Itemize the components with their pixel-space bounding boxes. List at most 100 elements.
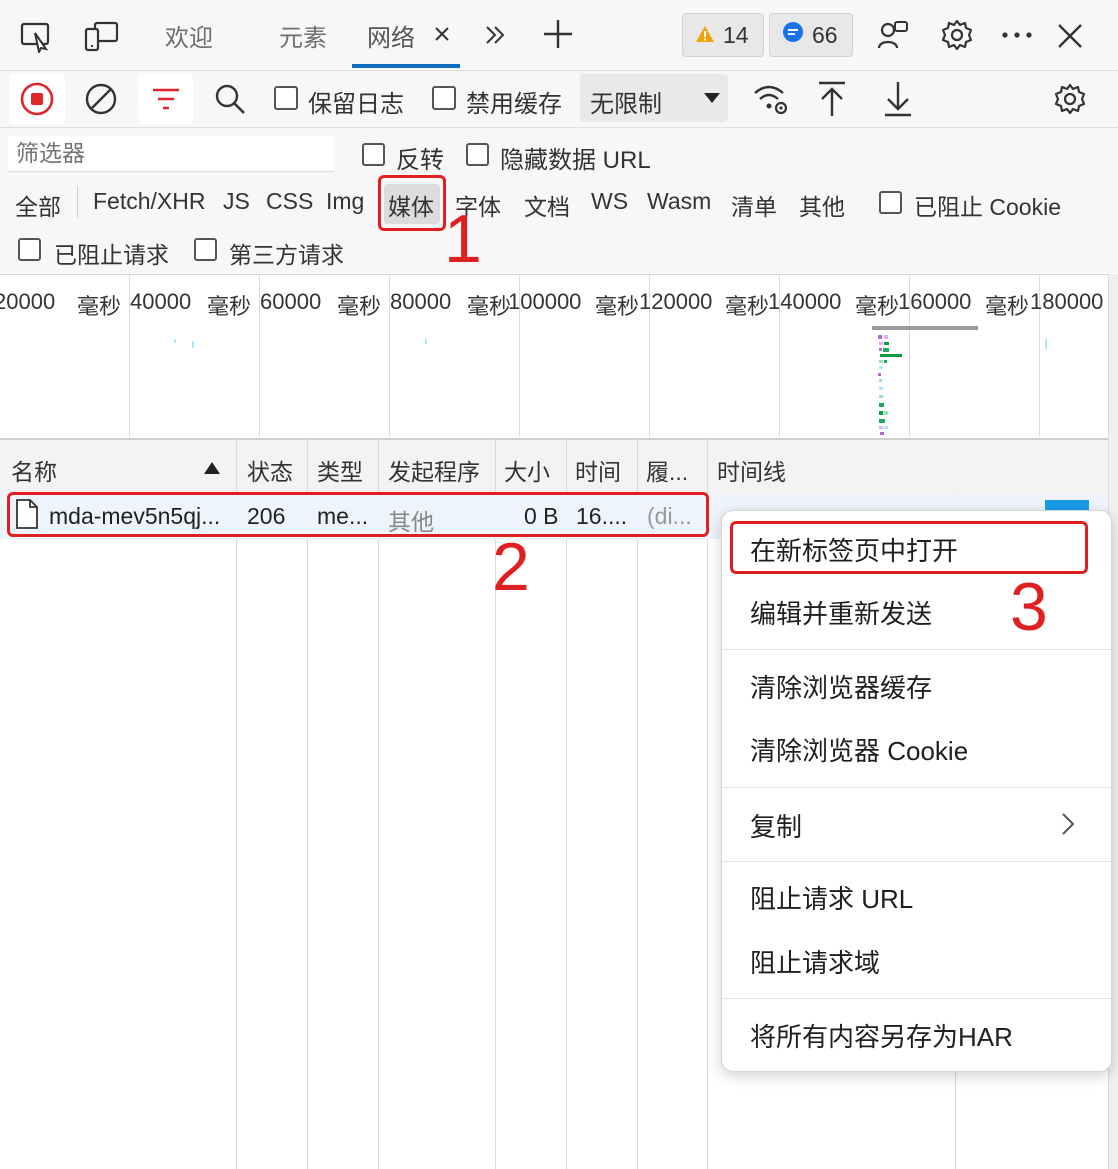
blocked-cookies-label: 已阻止 Cookie — [914, 194, 1061, 220]
invert-label: 反转 — [396, 147, 444, 174]
overview-label: 毫秒 — [595, 294, 640, 319]
overview-label: 毫秒 — [725, 294, 770, 319]
feedback-icon[interactable] — [874, 16, 912, 54]
column-size[interactable]: 大小 — [504, 453, 550, 487]
warning-icon — [695, 22, 715, 49]
menu-item-edit-resend[interactable]: 编辑并重新发送 — [750, 594, 932, 631]
tab-network[interactable]: 网络 — [367, 18, 415, 53]
column-name[interactable]: 名称 — [11, 453, 57, 487]
timeline-overview[interactable]: 20000 毫秒 40000 毫秒 60000 毫秒 80000 毫秒 1000… — [0, 274, 1108, 437]
messages-badge[interactable]: 66 — [769, 13, 853, 57]
clear-icon[interactable] — [80, 78, 122, 120]
import-har-icon[interactable] — [812, 77, 852, 121]
column-divider — [637, 438, 638, 1169]
overview-label: 80000 — [390, 289, 452, 314]
filter-type-doc[interactable]: 文档 — [524, 188, 570, 222]
column-initiator[interactable]: 发起程序 — [388, 453, 480, 487]
disable-cache-label: 禁用缓存 — [466, 91, 562, 118]
add-tab-icon[interactable] — [540, 16, 576, 52]
filter-type-all[interactable]: 全部 — [15, 188, 61, 222]
overview-label: 160000 — [898, 289, 972, 314]
column-waterfall[interactable]: 时间线 — [717, 453, 786, 487]
blocked-cookies-checkbox[interactable] — [879, 191, 902, 214]
overview-label: 40000 — [130, 289, 192, 314]
more-tabs-chevron-icon[interactable] — [480, 20, 510, 50]
tab-welcome[interactable]: 欢迎 — [165, 18, 213, 53]
overview-label: 毫秒 — [855, 294, 900, 319]
filter-input[interactable] — [8, 136, 334, 172]
annotation-number-3: 3 — [1010, 569, 1048, 645]
blocked-requests-checkbox[interactable] — [18, 238, 41, 261]
filter-type-img[interactable]: Img — [326, 188, 364, 215]
settings-gear-icon[interactable] — [938, 16, 976, 54]
column-divider — [566, 438, 567, 1169]
close-tab-icon[interactable] — [430, 22, 454, 46]
invert-checkbox[interactable] — [362, 143, 385, 166]
annotation-number-1: 1 — [444, 201, 482, 277]
filter-type-manifest[interactable]: 清单 — [731, 188, 777, 222]
more-options-icon[interactable] — [998, 20, 1036, 50]
column-fulfilled-by[interactable]: 履... — [646, 453, 688, 487]
overview-activity-mark — [425, 339, 427, 344]
overview-label: 100000 — [508, 289, 582, 314]
filter-type-fetch-xhr[interactable]: Fetch/XHR — [93, 188, 205, 215]
menu-item-block-domain[interactable]: 阻止请求域 — [750, 943, 880, 980]
network-conditions-icon[interactable] — [750, 79, 792, 119]
column-divider — [236, 438, 237, 1169]
column-type[interactable]: 类型 — [317, 453, 363, 487]
blocked-requests-label: 已阻止请求 — [54, 242, 169, 268]
overview-activity-mark — [1045, 339, 1047, 349]
annotation-box-row — [7, 492, 709, 537]
overview-label: 60000 — [260, 289, 322, 314]
filter-type-wasm[interactable]: Wasm — [647, 188, 711, 215]
throttling-select[interactable]: 无限制 — [580, 74, 728, 122]
message-icon — [782, 21, 804, 49]
sort-ascending-icon — [202, 460, 222, 476]
devtools-tab-bar: 欢迎 元素 网络 14 66 — [0, 0, 1118, 71]
device-emulation-icon[interactable] — [82, 18, 120, 54]
throttling-value: 无限制 — [590, 91, 662, 118]
record-stop-icon[interactable] — [9, 74, 65, 124]
menu-item-copy[interactable]: 复制 — [750, 807, 802, 844]
disable-cache-checkbox[interactable] — [432, 86, 456, 110]
menu-separator — [722, 649, 1111, 650]
overview-label: 毫秒 — [467, 294, 512, 319]
overview-label: 毫秒 — [337, 294, 382, 319]
dropdown-arrow-icon — [702, 90, 722, 106]
search-icon[interactable] — [210, 79, 250, 119]
warnings-badge[interactable]: 14 — [682, 13, 764, 57]
overview-label: 毫秒 — [207, 294, 252, 319]
inspect-element-icon[interactable] — [18, 18, 54, 54]
close-devtools-icon[interactable] — [1052, 18, 1088, 54]
menu-item-save-har[interactable]: 将所有内容另存为HAR — [750, 1017, 1013, 1054]
filter-type-js[interactable]: JS — [223, 188, 250, 215]
column-divider — [707, 438, 708, 1169]
active-tab-indicator — [352, 64, 460, 68]
overview-label: 毫秒 — [77, 294, 122, 319]
third-party-checkbox[interactable] — [194, 238, 217, 261]
filter-type-other[interactable]: 其他 — [799, 188, 845, 222]
annotation-box-menu — [730, 521, 1088, 574]
overview-activity-mark — [174, 339, 176, 343]
tab-elements[interactable]: 元素 — [279, 18, 327, 53]
column-status[interactable]: 状态 — [247, 453, 293, 487]
overview-activity-mark — [192, 341, 194, 348]
hide-data-urls-label: 隐藏数据 URL — [500, 147, 651, 174]
chevron-right-icon — [1056, 809, 1080, 839]
column-divider — [378, 438, 379, 1169]
third-party-label: 第三方请求 — [229, 242, 344, 268]
overview-activity-chart — [878, 335, 902, 435]
menu-item-clear-cookies[interactable]: 清除浏览器 Cookie — [750, 731, 968, 768]
hide-data-urls-checkbox[interactable] — [466, 143, 489, 166]
network-settings-gear-icon[interactable] — [1050, 79, 1090, 119]
column-time[interactable]: 时间 — [575, 453, 621, 487]
overview-label: 120000 — [639, 289, 713, 314]
filter-divider — [77, 186, 78, 218]
menu-item-block-url[interactable]: 阻止请求 URL — [750, 879, 913, 916]
filter-type-ws[interactable]: WS — [591, 188, 628, 215]
filter-type-css[interactable]: CSS — [266, 188, 313, 215]
export-har-icon[interactable] — [878, 77, 918, 121]
filter-icon[interactable] — [138, 74, 193, 124]
preserve-log-checkbox[interactable] — [274, 86, 298, 110]
menu-item-clear-cache[interactable]: 清除浏览器缓存 — [750, 668, 932, 705]
